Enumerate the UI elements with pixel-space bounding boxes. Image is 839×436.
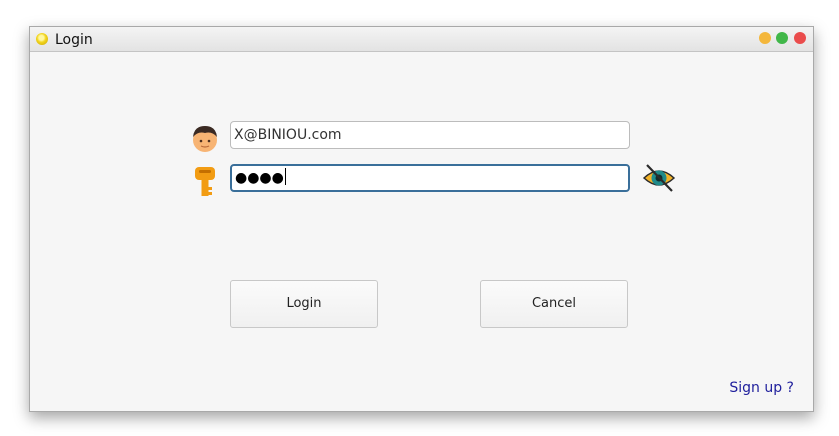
key-icon [194,165,216,199]
user-avatar-icon [190,122,220,154]
username-input[interactable] [230,121,630,149]
password-input[interactable]: ●●●● [230,164,630,192]
title-bar[interactable]: Login [30,27,813,52]
app-icon [36,33,48,45]
minimize-button[interactable] [759,32,771,44]
cancel-button[interactable]: Cancel [480,280,628,328]
eye-hidden-icon[interactable] [642,162,676,194]
close-button[interactable] [794,32,806,44]
window-title: Login [55,32,93,48]
password-mask: ●●●● [235,170,284,186]
login-window: Login ●●●● [29,26,814,412]
signup-link[interactable]: Sign up ? [729,380,794,396]
text-caret [284,168,286,185]
login-button[interactable]: Login [230,280,378,328]
maximize-button[interactable] [776,32,788,44]
